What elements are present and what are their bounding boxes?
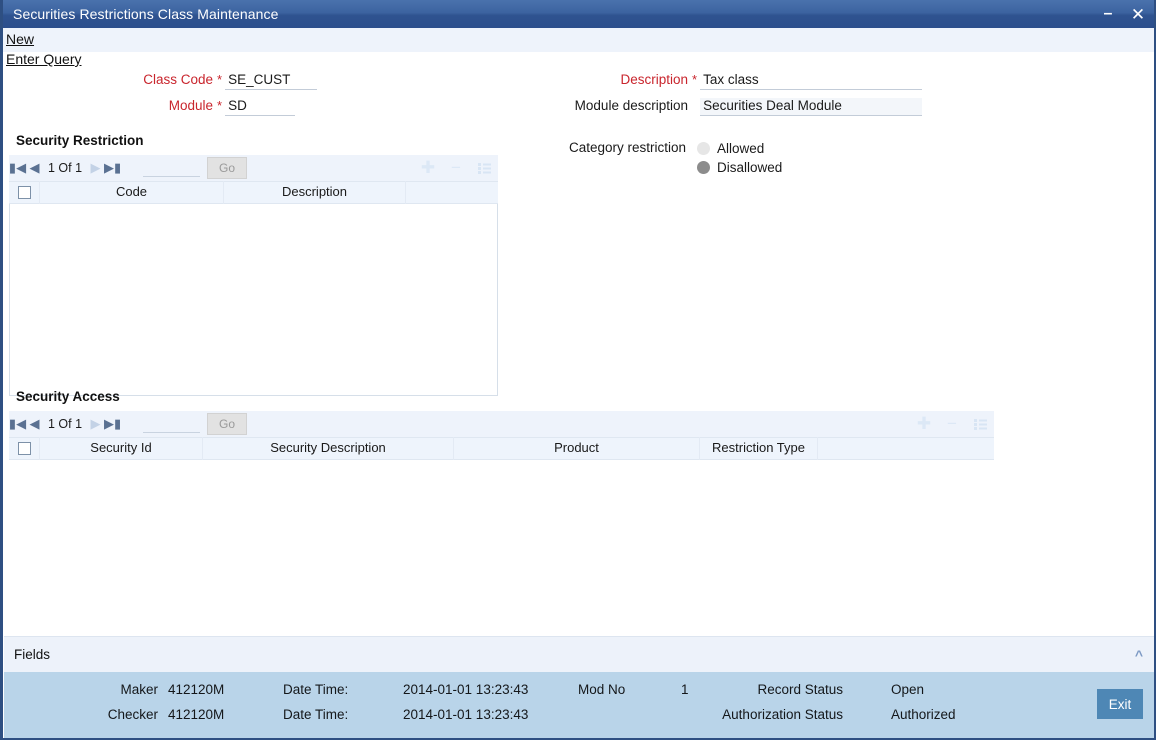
security-restriction-goto-input[interactable] (143, 159, 201, 177)
maker-label: Maker (120, 682, 158, 697)
security-access-column-security-description[interactable]: Security Description (203, 437, 454, 460)
minimize-icon[interactable]: – (1093, 0, 1123, 28)
radio-allowed-label: Allowed (717, 141, 765, 156)
radio-allowed[interactable]: Allowed (697, 139, 782, 158)
checker-label: Checker (107, 707, 158, 722)
category-restriction-group: Category restriction Allowed Disallowed (483, 139, 782, 177)
security-access-section-title: Security Access (16, 389, 120, 404)
application-window: Securities Restrictions Class Maintenanc… (0, 0, 1156, 740)
maker-date-time-label: Date Time: (283, 682, 349, 697)
fields-label: Fields (14, 647, 51, 662)
close-icon[interactable]: ✕ (1123, 0, 1154, 28)
class-code-field-row: Class Code * (3, 72, 323, 90)
radio-allowed-dot-icon[interactable] (697, 142, 710, 155)
module-label: Module (168, 98, 213, 113)
module-description-field-row: Module description * (483, 98, 923, 116)
description-input[interactable] (700, 72, 923, 90)
record-status-label: Record Status (757, 682, 843, 697)
security-restriction-go-button[interactable]: Go (207, 157, 248, 179)
category-restriction-label: Category restriction (568, 140, 686, 155)
security-restriction-page-text: 1 Of 1 (48, 161, 83, 175)
security-access-header-row: Security Id Security Description Product… (9, 437, 994, 460)
security-restriction-tool-icons: ✚ − (414, 157, 498, 179)
new-link[interactable]: New (6, 31, 34, 47)
security-access-options-icon[interactable] (966, 413, 994, 435)
security-restriction-toolbar: ▮◀ ◀ 1 Of 1 ▶ ▶▮ Go ✚ − (9, 155, 498, 181)
checker-value: 412120M (168, 707, 225, 722)
security-restriction-last-page-icon[interactable]: ▶▮ (104, 158, 121, 178)
module-description-label: Module description (574, 98, 688, 113)
security-access-tool-icons: ✚ − (910, 413, 994, 435)
action-band (3, 28, 1154, 52)
security-restriction-column-code[interactable]: Code (40, 181, 224, 204)
module-input[interactable] (225, 98, 296, 116)
security-restriction-select-all-checkbox[interactable] (17, 186, 31, 199)
security-restriction-body (9, 204, 498, 396)
security-access-select-all-checkbox[interactable] (17, 442, 31, 455)
module-description-input (700, 98, 923, 116)
security-restriction-options-icon[interactable] (470, 157, 498, 179)
maker-value: 412120M (168, 682, 225, 697)
module-required-marker: * (217, 98, 223, 113)
chevron-up-icon[interactable]: ^ (1135, 648, 1143, 662)
security-access-page-text: 1 Of 1 (48, 417, 83, 431)
class-code-input[interactable] (225, 72, 318, 90)
authorization-status-label: Authorization Status (722, 707, 843, 722)
security-restriction-remove-icon[interactable]: − (442, 157, 470, 179)
fields-bar[interactable]: Fields ^ (4, 636, 1154, 672)
title-bar: Securities Restrictions Class Maintenanc… (3, 0, 1154, 28)
maker-date-time-value: 2014-01-01 13:23:43 (403, 682, 529, 697)
security-access-add-icon[interactable]: ✚ (910, 413, 938, 435)
security-restriction-add-icon[interactable]: ✚ (414, 157, 442, 179)
security-access-prev-page-icon[interactable]: ◀ (26, 414, 43, 434)
security-access-select-all-cell (9, 437, 40, 460)
security-restriction-next-page-icon[interactable]: ▶ (87, 158, 104, 178)
description-label: Description (620, 72, 688, 87)
security-restriction-header-row: Code Description (9, 181, 498, 204)
security-access-column-filler (818, 437, 994, 460)
radio-disallowed[interactable]: Disallowed (697, 158, 782, 177)
security-access-column-security-id[interactable]: Security Id (40, 437, 203, 460)
security-restriction-first-page-icon[interactable]: ▮◀ (9, 158, 26, 178)
security-access-goto-input[interactable] (143, 415, 201, 433)
mod-no-value: 1 (681, 682, 689, 697)
window-title: Securities Restrictions Class Maintenanc… (13, 6, 279, 22)
security-restriction-prev-page-icon[interactable]: ◀ (26, 158, 43, 178)
exit-button[interactable]: Exit (1097, 689, 1143, 719)
security-restriction-column-description[interactable]: Description (224, 181, 406, 204)
security-access-grid: ▮◀ ◀ 1 Of 1 ▶ ▶▮ Go ✚ − Security Id Secu… (9, 411, 994, 460)
authorization-status-value: Authorized (891, 707, 956, 722)
description-field-row: Description * (483, 72, 923, 90)
security-access-go-button[interactable]: Go (207, 413, 248, 435)
checker-date-time-label: Date Time: (283, 707, 349, 722)
security-access-column-product[interactable]: Product (454, 437, 700, 460)
security-restriction-column-filler (406, 181, 496, 204)
checker-date-time-value: 2014-01-01 13:23:43 (403, 707, 529, 722)
category-restriction-options: Allowed Disallowed (697, 139, 782, 177)
security-access-remove-icon[interactable]: − (938, 413, 966, 435)
description-required-marker: * (692, 72, 698, 87)
mod-no-label: Mod No (578, 682, 626, 697)
class-code-required-marker: * (217, 72, 223, 87)
enter-query-link[interactable]: Enter Query (6, 51, 81, 67)
module-field-row: Module * (3, 98, 323, 116)
security-access-next-page-icon[interactable]: ▶ (87, 414, 104, 434)
security-access-first-page-icon[interactable]: ▮◀ (9, 414, 26, 434)
radio-disallowed-dot-icon[interactable] (697, 161, 710, 174)
security-restriction-select-all-cell (9, 181, 40, 204)
security-access-column-restriction-type[interactable]: Restriction Type (700, 437, 818, 460)
record-status-value: Open (891, 682, 925, 697)
security-access-last-page-icon[interactable]: ▶▮ (104, 414, 121, 434)
security-restriction-grid: ▮◀ ◀ 1 Of 1 ▶ ▶▮ Go ✚ − Code Description (9, 155, 498, 396)
security-access-toolbar: ▮◀ ◀ 1 Of 1 ▶ ▶▮ Go ✚ − (9, 411, 994, 437)
class-code-label: Class Code (143, 72, 213, 87)
radio-disallowed-label: Disallowed (717, 160, 783, 175)
security-restriction-section-title: Security Restriction (16, 133, 144, 148)
